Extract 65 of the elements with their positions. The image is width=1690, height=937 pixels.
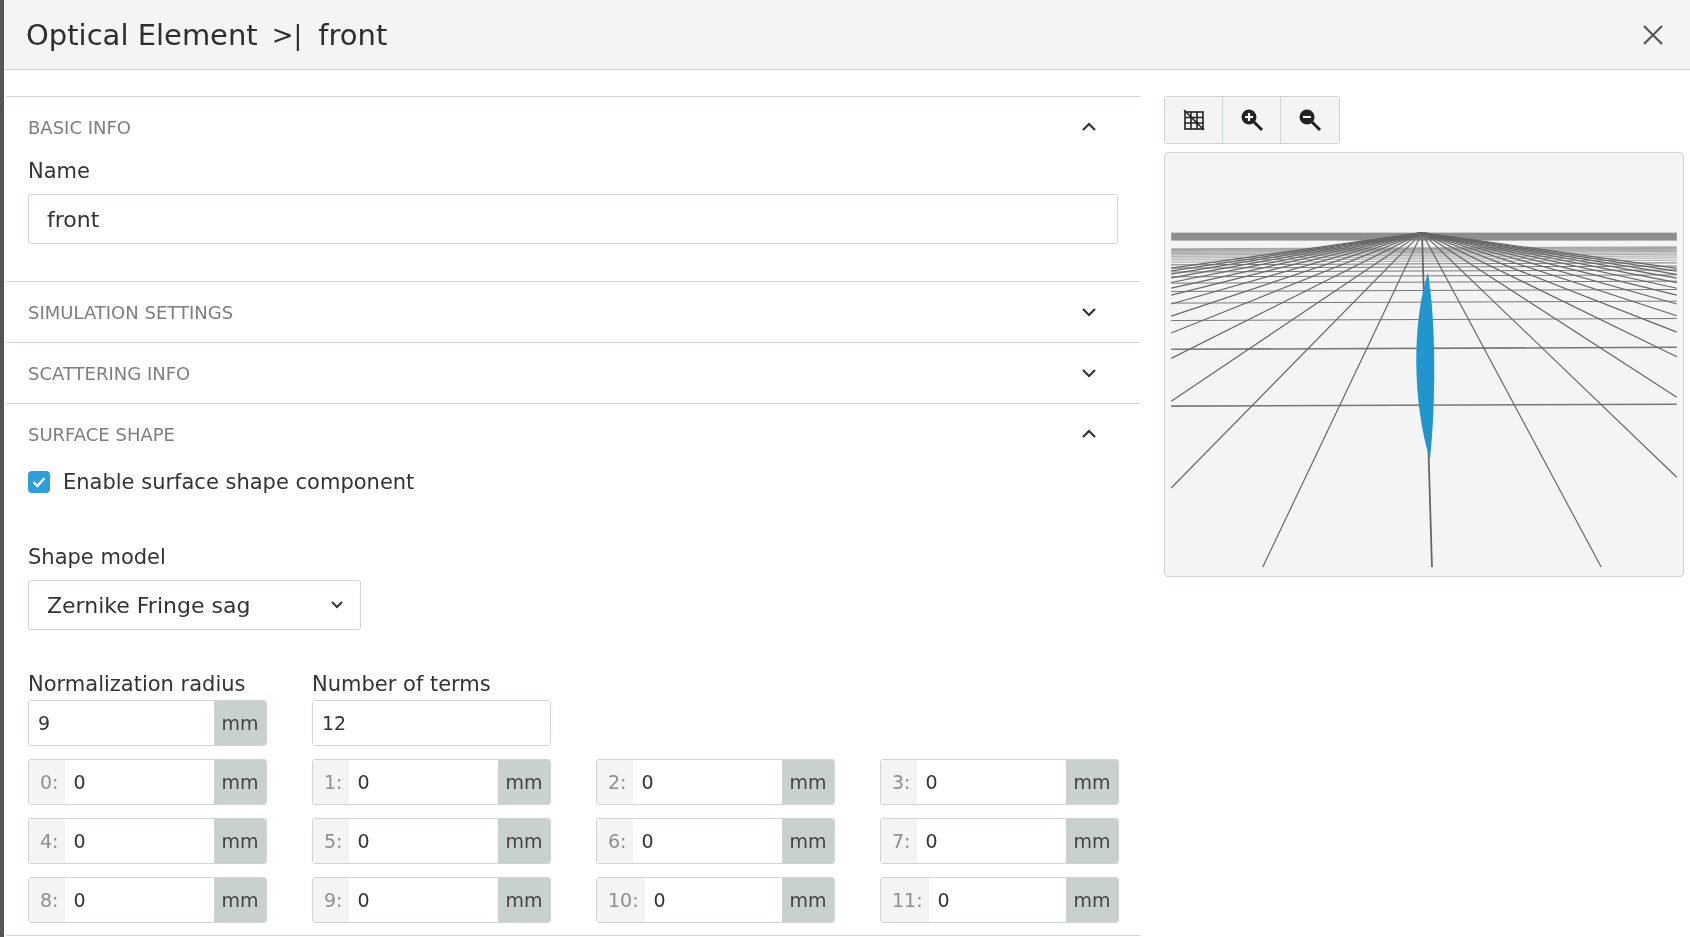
caret-icon xyxy=(330,600,344,610)
coefficient-input[interactable]: 11: 0 mm xyxy=(880,877,1119,923)
field-label: Name xyxy=(28,159,91,183)
unit-label: mm xyxy=(1066,819,1118,863)
coefficient-input[interactable]: 3: 0 mm xyxy=(880,759,1119,805)
chevron-down-icon xyxy=(1080,366,1098,380)
zoom-in-button[interactable] xyxy=(1223,97,1281,143)
3d-viewport[interactable] xyxy=(1164,152,1684,577)
unit-label: mm xyxy=(498,878,550,922)
section-header[interactable]: SCATTERING INFO xyxy=(6,343,1140,403)
coefficient-input[interactable]: 5: 0 mm xyxy=(312,818,551,864)
unit-label: mm xyxy=(214,819,266,863)
coefficient-index: 9: xyxy=(313,878,349,922)
unit-label: mm xyxy=(214,701,266,745)
breadcrumb-separator: >| xyxy=(271,19,303,50)
checkbox-label: Enable surface shape component xyxy=(63,470,415,494)
coefficient-index: 4: xyxy=(29,819,65,863)
terms-input[interactable]: 12 xyxy=(313,701,550,745)
checkbox[interactable] xyxy=(28,471,50,493)
unit-label: mm xyxy=(782,878,834,922)
field-label: Shape model xyxy=(28,545,167,569)
coefficient-index: 11: xyxy=(881,878,929,922)
chevron-down-icon xyxy=(1080,305,1098,319)
section-header[interactable]: SIMULATION SETTINGS xyxy=(6,282,1140,342)
zoom-out-icon xyxy=(1298,108,1322,132)
coefficient-index: 2: xyxy=(597,760,633,804)
field-label: Normalization radius xyxy=(28,672,247,696)
coefficient-index: 1: xyxy=(313,760,349,804)
dialog-title: Optical Element xyxy=(26,17,258,52)
section-header[interactable]: BASIC INFO xyxy=(6,97,1140,157)
grid-off-icon xyxy=(1182,109,1205,131)
name-input[interactable]: front xyxy=(28,194,1118,244)
zoom-in-icon xyxy=(1239,108,1264,132)
unit-label: mm xyxy=(1066,760,1118,804)
coefficient-index: 8: xyxy=(29,878,65,922)
coefficient-index: 5: xyxy=(313,819,349,863)
coefficient-input[interactable]: 0: 0 mm xyxy=(28,759,267,805)
unit-label: mm xyxy=(782,819,834,863)
shape-model-dropdown[interactable]: Zernike Fringe sag xyxy=(28,580,361,630)
checkmark-icon xyxy=(32,476,46,488)
coefficient-input[interactable]: 8: 0 mm xyxy=(28,877,267,923)
zoom-out-button[interactable] xyxy=(1281,97,1339,143)
unit-label: mm xyxy=(214,760,266,804)
unit-label: mm xyxy=(498,819,550,863)
coefficient-input[interactable]: 6: 0 mm xyxy=(596,818,835,864)
coefficient-input[interactable]: 1: 0 mm xyxy=(312,759,551,805)
grid-toggle-button[interactable] xyxy=(1165,97,1223,143)
coefficient-input[interactable]: 7: 0 mm xyxy=(880,818,1119,864)
coefficient-index: 7: xyxy=(881,819,917,863)
breadcrumb-current: front xyxy=(318,17,388,52)
unit-label: mm xyxy=(782,760,834,804)
coefficient-input[interactable]: 10: 0 mm xyxy=(596,877,835,923)
section-header[interactable]: SURFACE SHAPE xyxy=(6,404,1140,464)
radius-input[interactable]: 9 mm xyxy=(28,700,267,746)
coefficient-index: 10: xyxy=(597,878,645,922)
unit-label: mm xyxy=(214,878,266,922)
coefficient-input[interactable]: 2: 0 mm xyxy=(596,759,835,805)
coefficient-index: 3: xyxy=(881,760,917,804)
coefficient-input[interactable]: 4: 0 mm xyxy=(28,818,267,864)
coefficient-index: 0: xyxy=(29,760,65,804)
unit-label: mm xyxy=(1066,878,1118,922)
field-label: Number of terms xyxy=(312,672,492,696)
unit-label: mm xyxy=(498,760,550,804)
coefficient-index: 6: xyxy=(597,819,633,863)
coefficient-input[interactable]: 9: 0 mm xyxy=(312,877,551,923)
